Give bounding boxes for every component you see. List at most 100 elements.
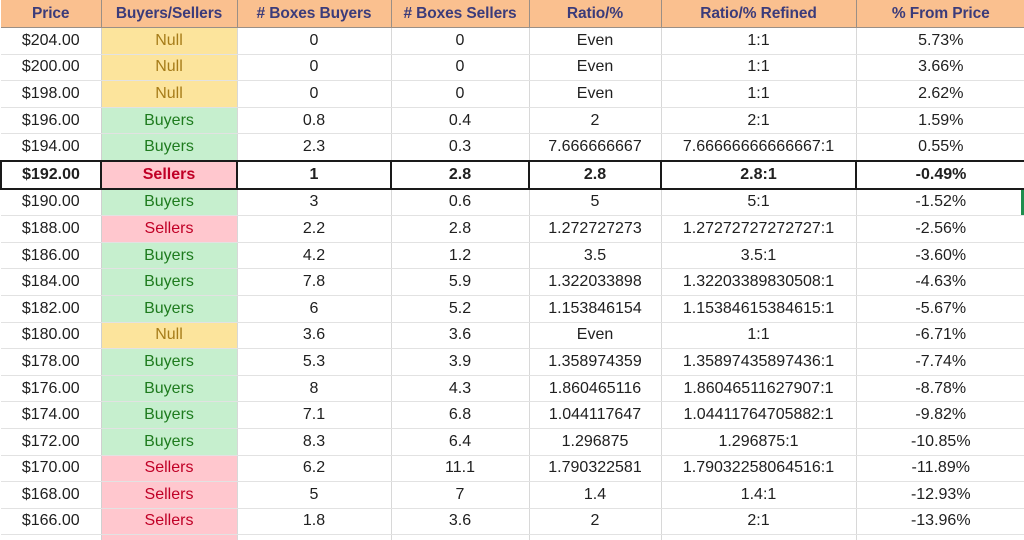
spreadsheet-view[interactable]: Price Buyers/Sellers # Boxes Buyers # Boxes…: [0, 0, 1024, 540]
ratio-refined-cell[interactable]: 1.15384615384615:1: [661, 295, 857, 323]
boxes-sellers-cell[interactable]: 0: [391, 80, 530, 108]
pct-from-price-cell[interactable]: 3.66%: [856, 54, 1024, 82]
table-row[interactable]: $164.00Sellers2.34.21.8260869571.8260869…: [1, 534, 1024, 540]
table-row[interactable]: $178.00 Buyers 5.3 3.9 1.358974359 1.35897435…: [1, 348, 1024, 376]
pct-from-price-cell[interactable]: 5.73%: [856, 27, 1024, 55]
boxes-buyers-cell[interactable]: 3.6: [237, 322, 392, 350]
boxes-sellers-cell[interactable]: 0.3: [391, 133, 530, 162]
ratio-refined-cell[interactable]: 1.27272727272727:1: [661, 215, 857, 243]
boxes-sellers-cell[interactable]: 5.2: [391, 295, 530, 323]
pct-from-price-cell[interactable]: 2.62%: [856, 80, 1024, 108]
pct-from-price-cell[interactable]: -9.82%: [856, 401, 1024, 429]
boxes-sellers-cell[interactable]: 0: [391, 27, 530, 55]
table-row[interactable]: $198.00 Null 0 0 Even 1:1 2.62%: [1, 80, 1024, 108]
side-cell[interactable]: Buyers: [101, 348, 238, 376]
pct-from-price-cell[interactable]: -3.60%: [856, 242, 1024, 270]
price-cell[interactable]: $178.00: [1, 348, 102, 376]
column-header-2[interactable]: # Boxes Buyers: [237, 0, 392, 28]
price-cell[interactable]: $180.00: [1, 322, 102, 350]
ratio-cell[interactable]: 1.322033898: [529, 268, 662, 296]
boxes-buyers-cell[interactable]: 6.2: [237, 455, 392, 483]
pct-from-price-cell[interactable]: -11.89%: [856, 455, 1024, 483]
column-header-5[interactable]: Ratio/% Refined: [661, 0, 857, 28]
boxes-buyers-cell[interactable]: 1.8: [237, 508, 392, 536]
table-row[interactable]: $166.00 Sellers 1.8 3.6 2 2:1 -13.96%: [1, 508, 1024, 536]
ratio-refined-cell[interactable]: 1.04411764705882:1: [661, 401, 857, 429]
boxes-sellers-cell[interactable]: 11.1: [391, 455, 530, 483]
table-row[interactable]: $200.00 Null 0 0 Even 1:1 3.66%: [1, 54, 1024, 82]
boxes-buyers-cell[interactable]: 3: [237, 188, 392, 217]
table-row[interactable]: $196.00 Buyers 0.8 0.4 2 2:1 1.59%: [1, 107, 1024, 135]
boxes-sellers-cell[interactable]: 0.6: [391, 188, 530, 217]
price-cell[interactable]: $194.00: [1, 133, 102, 162]
ratio-refined-cell[interactable]: 1.32203389830508:1: [661, 268, 857, 296]
table-row[interactable]: $192.00 Sellers 1 2.8 2.8 2.8:1 -0.49%: [0, 159, 1024, 190]
ratio-refined-cell[interactable]: 1.35897435897436:1: [661, 348, 857, 376]
table-row[interactable]: $168.00 Sellers 5 7 1.4 1.4:1 -12.93%: [1, 481, 1024, 509]
ratio-cell[interactable]: 1.153846154: [529, 295, 662, 323]
boxes-buyers-cell[interactable]: 2.3: [237, 133, 392, 162]
side-cell[interactable]: Buyers: [101, 242, 238, 270]
ratio-cell[interactable]: Even: [529, 322, 662, 350]
side-cell[interactable]: Sellers: [101, 508, 238, 536]
boxes-buyers-cell[interactable]: 1: [237, 159, 392, 190]
boxes-sellers-cell[interactable]: 6.8: [391, 401, 530, 429]
boxes-buyers-cell[interactable]: 7.8: [237, 268, 392, 296]
ratio-cell[interactable]: 2.8: [529, 159, 662, 190]
pct-from-price-cell[interactable]: -2.56%: [856, 215, 1024, 243]
side-cell[interactable]: Null: [101, 80, 238, 108]
table-row[interactable]: $184.00 Buyers 7.8 5.9 1.322033898 1.32203389…: [1, 268, 1024, 296]
price-cell[interactable]: $186.00: [1, 242, 102, 270]
boxes-buyers-cell[interactable]: 8: [237, 375, 392, 403]
ratio-refined-cell[interactable]: 5:1: [661, 188, 857, 217]
ratio-cell[interactable]: 5: [529, 188, 662, 217]
ratio-refined-cell[interactable]: 1.79032258064516:1: [661, 455, 857, 483]
price-cell[interactable]: $164.00: [1, 534, 102, 540]
side-cell[interactable]: Null: [101, 322, 238, 350]
ratio-refined-cell[interactable]: 1:1: [661, 80, 857, 108]
pct-from-price-cell[interactable]: -15.00%: [856, 534, 1024, 540]
boxes-sellers-cell[interactable]: 2.8: [391, 159, 530, 190]
boxes-sellers-cell[interactable]: 4.3: [391, 375, 530, 403]
ratio-refined-cell[interactable]: 3.5:1: [661, 242, 857, 270]
pct-from-price-cell[interactable]: -10.85%: [856, 428, 1024, 456]
side-cell[interactable]: Buyers: [101, 375, 238, 403]
ratio-cell[interactable]: 2: [529, 508, 662, 536]
price-cell[interactable]: $190.00: [1, 188, 102, 217]
ratio-refined-cell[interactable]: 1.296875:1: [661, 428, 857, 456]
boxes-sellers-cell[interactable]: 0: [391, 54, 530, 82]
price-cell[interactable]: $168.00: [1, 481, 102, 509]
boxes-buyers-cell[interactable]: 7.1: [237, 401, 392, 429]
column-header-0[interactable]: Price: [1, 0, 102, 28]
boxes-sellers-cell[interactable]: 6.4: [391, 428, 530, 456]
ratio-cell[interactable]: 2: [529, 107, 662, 135]
boxes-buyers-cell[interactable]: 0: [237, 27, 392, 55]
boxes-sellers-cell[interactable]: 1.2: [391, 242, 530, 270]
boxes-sellers-cell[interactable]: 4.2: [391, 534, 530, 540]
price-cell[interactable]: $188.00: [1, 215, 102, 243]
boxes-buyers-cell[interactable]: 0: [237, 54, 392, 82]
side-cell[interactable]: Buyers: [101, 401, 238, 429]
ratio-refined-cell[interactable]: 2:1: [661, 508, 857, 536]
boxes-buyers-cell[interactable]: 5: [237, 481, 392, 509]
ratio-cell[interactable]: 1.826086957: [529, 534, 662, 540]
pct-from-price-cell[interactable]: 1.59%: [856, 107, 1024, 135]
pct-from-price-cell[interactable]: -8.78%: [856, 375, 1024, 403]
pct-from-price-cell[interactable]: -12.93%: [856, 481, 1024, 509]
price-cell[interactable]: $196.00: [1, 107, 102, 135]
price-cell[interactable]: $170.00: [1, 455, 102, 483]
ratio-cell[interactable]: 3.5: [529, 242, 662, 270]
boxes-sellers-cell[interactable]: 3.6: [391, 508, 530, 536]
boxes-buyers-cell[interactable]: 0: [237, 80, 392, 108]
ratio-refined-cell[interactable]: 1:1: [661, 322, 857, 350]
ratio-cell[interactable]: 1.790322581: [529, 455, 662, 483]
price-cell[interactable]: $200.00: [1, 54, 102, 82]
table-row[interactable]: $180.00 Null 3.6 3.6 Even 1:1 -6.71%: [1, 322, 1024, 350]
table-row[interactable]: $188.00 Sellers 2.2 2.8 1.272727273 1.2727272…: [1, 215, 1024, 243]
boxes-sellers-cell[interactable]: 3.9: [391, 348, 530, 376]
price-cell[interactable]: $166.00: [1, 508, 102, 536]
boxes-buyers-cell[interactable]: 5.3: [237, 348, 392, 376]
price-cell[interactable]: $192.00: [0, 159, 102, 190]
ratio-refined-cell[interactable]: 2:1: [661, 107, 857, 135]
side-cell[interactable]: Buyers: [101, 428, 238, 456]
